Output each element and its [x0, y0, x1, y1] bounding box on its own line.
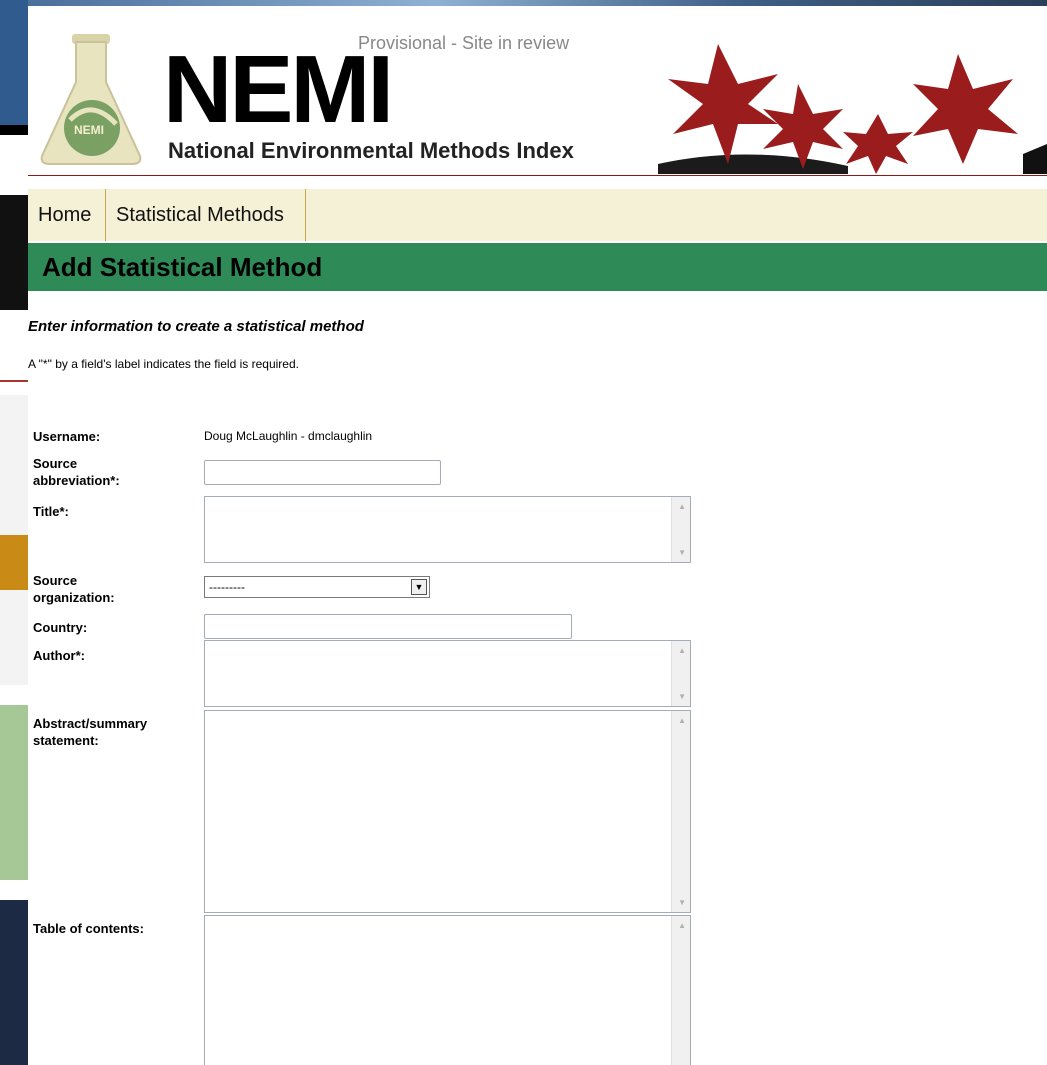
background-window-strip: [0, 0, 28, 1065]
title-label: Title*:: [33, 504, 69, 519]
abstract-textarea[interactable]: ▲ ▼: [204, 710, 691, 913]
title-textarea[interactable]: ▲ ▼: [204, 496, 691, 563]
source-organization-select[interactable]: --------- ▼: [204, 576, 430, 598]
dropdown-arrow-icon[interactable]: ▼: [411, 579, 427, 595]
intro-text: Enter information to create a statistica…: [28, 318, 364, 335]
country-input[interactable]: [204, 614, 572, 639]
scroll-up-icon[interactable]: ▲: [678, 646, 686, 655]
country-label: Country:: [33, 620, 88, 635]
required-note: A "*" by a field's label indicates the f…: [28, 357, 299, 371]
page: NEMI NEMI National Environmental Methods…: [0, 0, 1047, 1065]
nav-item-statistical-methods[interactable]: Statistical Methods: [106, 189, 306, 241]
scroll-down-icon[interactable]: ▼: [678, 548, 686, 557]
abstract-label: Abstract/summary statement:: [33, 716, 148, 748]
source-organization-label: Source organization:: [33, 573, 115, 605]
table-of-contents-textarea[interactable]: ▲: [204, 915, 691, 1065]
nemi-flask-logo: NEMI: [40, 34, 142, 165]
source-organization-selected: ---------: [209, 580, 245, 594]
main-nav: Home Statistical Methods: [28, 189, 1047, 241]
source-abbreviation-label: Source abbreviation*:: [33, 456, 120, 488]
nemi-logo-text: NEMI: [163, 36, 394, 143]
toc-scrollbar[interactable]: ▲: [671, 916, 690, 1065]
page-title: Add Statistical Method: [42, 252, 323, 282]
nav-item-home[interactable]: Home: [28, 189, 106, 241]
author-scrollbar[interactable]: ▲ ▼: [671, 641, 690, 706]
abstract-scrollbar[interactable]: ▲ ▼: [671, 711, 690, 912]
scroll-down-icon[interactable]: ▼: [678, 898, 686, 907]
username-value: Doug McLaughlin - dmclaughlin: [204, 429, 373, 443]
scroll-up-icon[interactable]: ▲: [678, 502, 686, 511]
author-label: Author*:: [33, 648, 85, 663]
scroll-down-icon[interactable]: ▼: [678, 692, 686, 701]
page-title-banner: Add Statistical Method: [28, 243, 1047, 291]
title-scrollbar[interactable]: ▲ ▼: [671, 497, 690, 562]
provisional-notice: Provisional - Site in review: [358, 33, 570, 53]
scroll-up-icon[interactable]: ▲: [678, 921, 686, 930]
scroll-up-icon[interactable]: ▲: [678, 716, 686, 725]
site-subtitle: National Environmental Methods Index: [168, 138, 574, 163]
username-label: Username:: [33, 429, 101, 444]
maple-leaves-decoration: [658, 44, 1047, 174]
source-abbreviation-input[interactable]: [204, 460, 441, 485]
svg-text:NEMI: NEMI: [74, 123, 104, 137]
author-textarea[interactable]: ▲ ▼: [204, 640, 691, 707]
site-header: NEMI NEMI National Environmental Methods…: [28, 6, 1047, 178]
table-of-contents-label: Table of contents:: [33, 921, 144, 936]
header-divider: [28, 175, 1047, 176]
